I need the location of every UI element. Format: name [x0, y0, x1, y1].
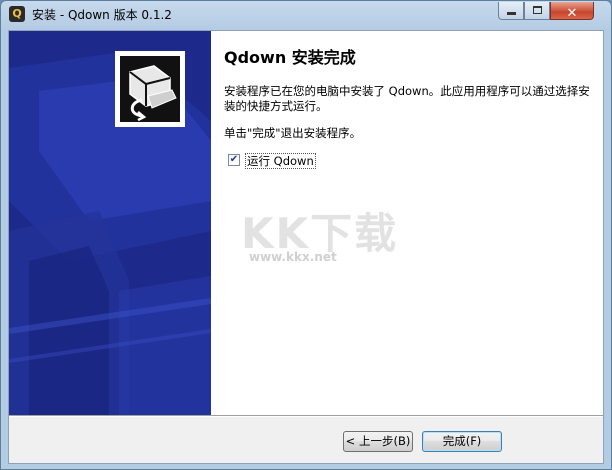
title-bar[interactable]: Q 安装 - Qdown 版本 0.1.2 ✕ — [1, 1, 611, 29]
checkbox-checked-icon[interactable]: ✔ — [228, 154, 240, 166]
app-q-icon: Q — [9, 6, 25, 22]
installer-logo — [115, 51, 185, 127]
run-app-checkbox-label[interactable]: 运行 Qdown — [245, 153, 316, 169]
minimize-icon — [507, 12, 516, 15]
completion-message: 安装程序已在您的电脑中安装了 Qdown。此应用用程序可以通过选择安装的快捷方式… — [224, 84, 590, 113]
watermark-url: www.kkx.net — [249, 250, 337, 264]
wizard-side-banner — [9, 31, 211, 415]
installer-box-icon — [120, 56, 180, 122]
exit-hint: 单击"完成"退出安装程序。 — [224, 126, 362, 140]
close-button[interactable]: ✕ — [550, 2, 594, 21]
wizard-content: Qdown 安装完成 安装程序已在您的电脑中安装了 Qdown。此应用用程序可以… — [211, 31, 603, 415]
page-title: Qdown 安装完成 — [224, 48, 356, 67]
installer-window: Q 安装 - Qdown 版本 0.1.2 ✕ Qdown 安装完成 安装程序已… — [0, 0, 612, 470]
footer-divider — [9, 415, 603, 417]
minimize-button[interactable] — [498, 2, 524, 20]
back-button[interactable]: < 上一步(B) — [343, 431, 413, 452]
wizard-client-area: Qdown 安装完成 安装程序已在您的电脑中安装了 Qdown。此应用用程序可以… — [8, 30, 604, 464]
window-title: 安装 - Qdown 版本 0.1.2 — [32, 8, 172, 22]
finish-button[interactable]: 完成(F) — [422, 431, 502, 452]
watermark: KK下载 www.kkx.net — [241, 200, 421, 300]
maximize-icon — [533, 6, 542, 14]
close-icon: ✕ — [566, 6, 578, 21]
maximize-button[interactable] — [524, 2, 550, 20]
